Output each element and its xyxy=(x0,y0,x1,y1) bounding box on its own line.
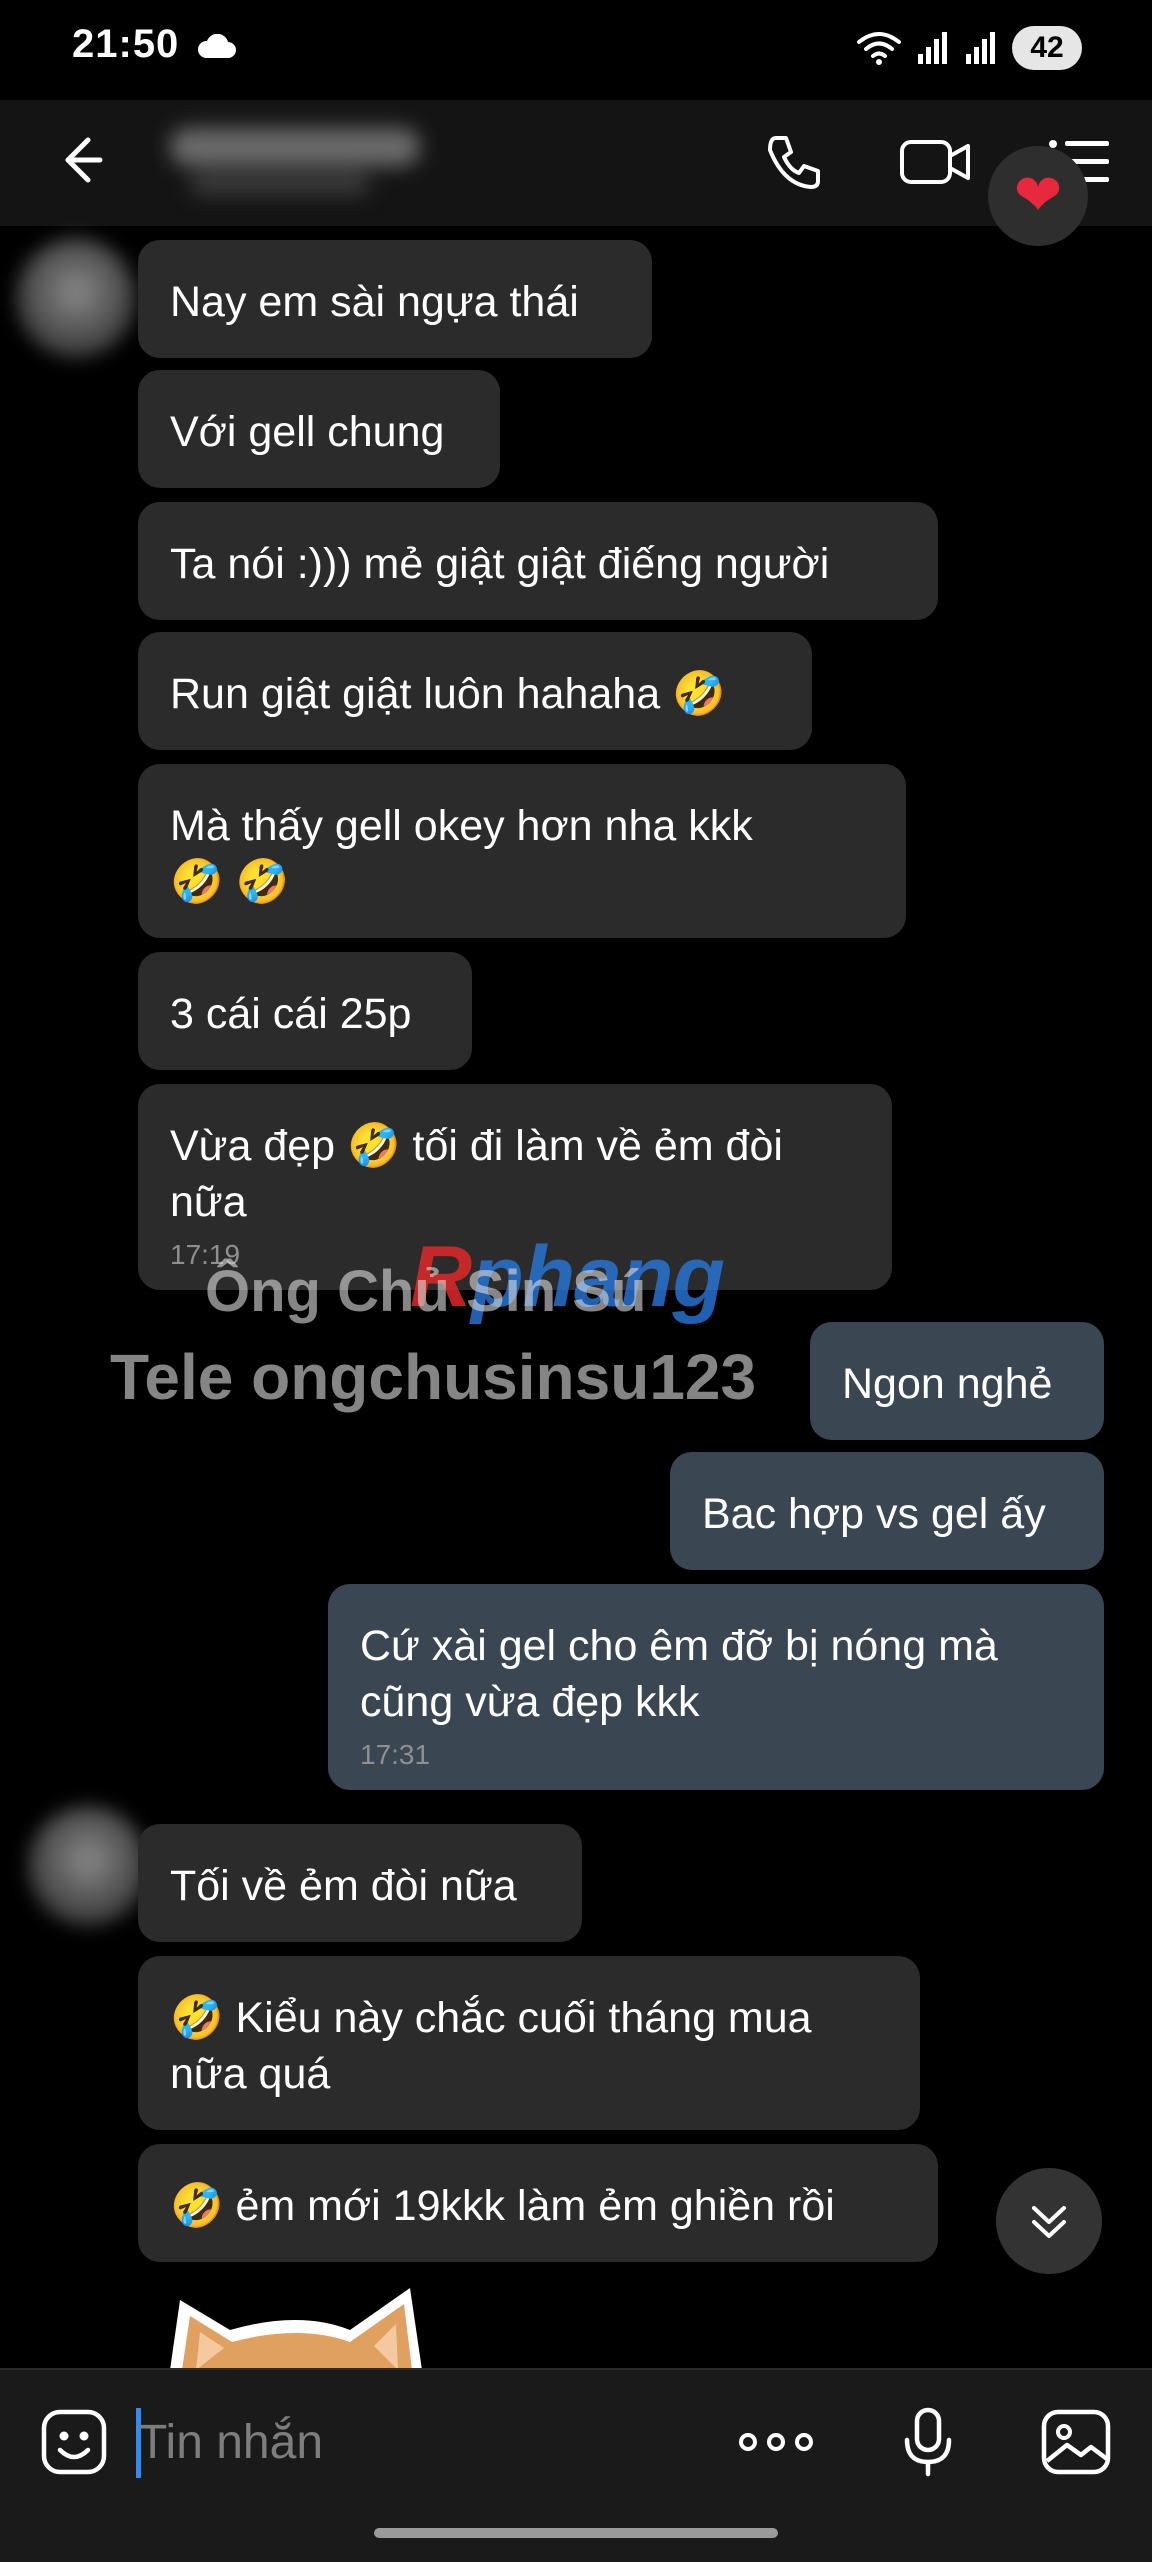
message-bubble[interactable]: Mà thấy gell okey hơn nha kkk 🤣 🤣 xyxy=(138,764,906,938)
message-bubble[interactable]: 3 cái cái 25p xyxy=(138,952,472,1070)
avatar[interactable] xyxy=(28,1806,148,1926)
cat-sticker[interactable] xyxy=(160,2280,440,2370)
message-bubble[interactable]: Ngon nghẻ xyxy=(810,1322,1104,1440)
double-chevron-down-icon xyxy=(1032,2206,1066,2238)
message-bubble[interactable]: 🤣 Kiểu này chắc cuối tháng mua nữa quá xyxy=(138,1956,920,2130)
signal-icon xyxy=(966,32,995,64)
battery-indicator: 42 xyxy=(1012,26,1082,70)
signal-icon xyxy=(918,32,947,64)
message-text: 🤣 ẻm mới 19kkk làm ẻm ghiền rồi xyxy=(170,2182,835,2230)
message-text: Nay em sài ngựa thái xyxy=(170,278,579,326)
watermark-line2: Tele ongchusinsu123 xyxy=(110,1341,757,1413)
video-call-button[interactable] xyxy=(896,122,976,202)
cloud-icon xyxy=(198,34,236,58)
message-text: Ta nói :))) mẻ giật giật điếng người xyxy=(170,540,830,588)
message-text: Tối về ẻm đòi nữa xyxy=(170,1862,517,1910)
message-text: Mà thấy gell okey hơn nha kkk 🤣 🤣 xyxy=(170,802,753,906)
message-text: 🤣 Kiểu này chắc cuối tháng mua nữa quá xyxy=(170,1994,812,2098)
message-text: Run giật giật luôn hahaha 🤣 xyxy=(170,670,726,718)
home-indicator[interactable] xyxy=(374,2528,778,2538)
status-icons: 42 xyxy=(856,26,1082,70)
status-bar: 21:50 42 xyxy=(0,0,1152,100)
status-time: 21:50 xyxy=(72,22,180,66)
message-time: 17:31 xyxy=(360,1739,431,1770)
message-text: Cứ xài gel cho êm đỡ bị nóng mà cũng vừa… xyxy=(360,1622,998,1726)
wifi-icon xyxy=(857,32,901,65)
microphone-icon xyxy=(904,2407,952,2477)
message-bubble[interactable]: 🤣 ẻm mới 19kkk làm ẻm ghiền rồi xyxy=(138,2144,938,2262)
sticker-smiley-icon xyxy=(41,2409,107,2475)
message-input[interactable] xyxy=(136,2406,700,2478)
message-text: 3 cái cái 25p xyxy=(170,990,412,1038)
message-text: Vừa đẹp 🤣 tối đi làm về ẻm đòi nữa xyxy=(170,1122,783,1226)
message-text: Với gell chung xyxy=(170,408,445,456)
message-bubble[interactable]: Bac hợp vs gel ấy xyxy=(670,1452,1104,1570)
message-text: Ngon nghẻ xyxy=(842,1360,1053,1408)
message-bubble[interactable]: Nay em sài ngựa thái xyxy=(138,240,652,358)
more-options-button[interactable] xyxy=(736,2402,816,2482)
watermark-line1: Ông Chủ Sin Sú xyxy=(205,1259,647,1324)
message-bubble[interactable]: Run giật giật luôn hahaha 🤣 xyxy=(138,632,812,750)
message-bubble[interactable]: Ta nói :))) mẻ giật giật điếng người xyxy=(138,502,938,620)
phone-icon xyxy=(768,136,820,189)
message-bubble[interactable]: Tối về ẻm đòi nữa xyxy=(138,1824,582,1942)
phone-call-button[interactable] xyxy=(754,122,834,202)
more-dots-icon xyxy=(739,2433,813,2451)
message-bubble[interactable]: Với gell chung xyxy=(138,370,500,488)
video-camera-icon xyxy=(900,140,970,184)
image-icon xyxy=(1041,2409,1111,2475)
voice-message-button[interactable] xyxy=(888,2402,968,2482)
message-bubble[interactable]: Cứ xài gel cho êm đỡ bị nóng mà cũng vừa… xyxy=(328,1584,1104,1790)
back-arrow-icon[interactable] xyxy=(48,128,112,192)
scroll-to-bottom-button[interactable] xyxy=(996,2168,1102,2274)
avatar[interactable] xyxy=(16,238,136,358)
gallery-button[interactable] xyxy=(1036,2402,1116,2482)
message-text: Bac hợp vs gel ấy xyxy=(702,1490,1046,1538)
chat-header: ❤ xyxy=(0,100,1152,246)
emoji-button[interactable] xyxy=(34,2402,114,2482)
contact-name[interactable] xyxy=(150,118,470,208)
